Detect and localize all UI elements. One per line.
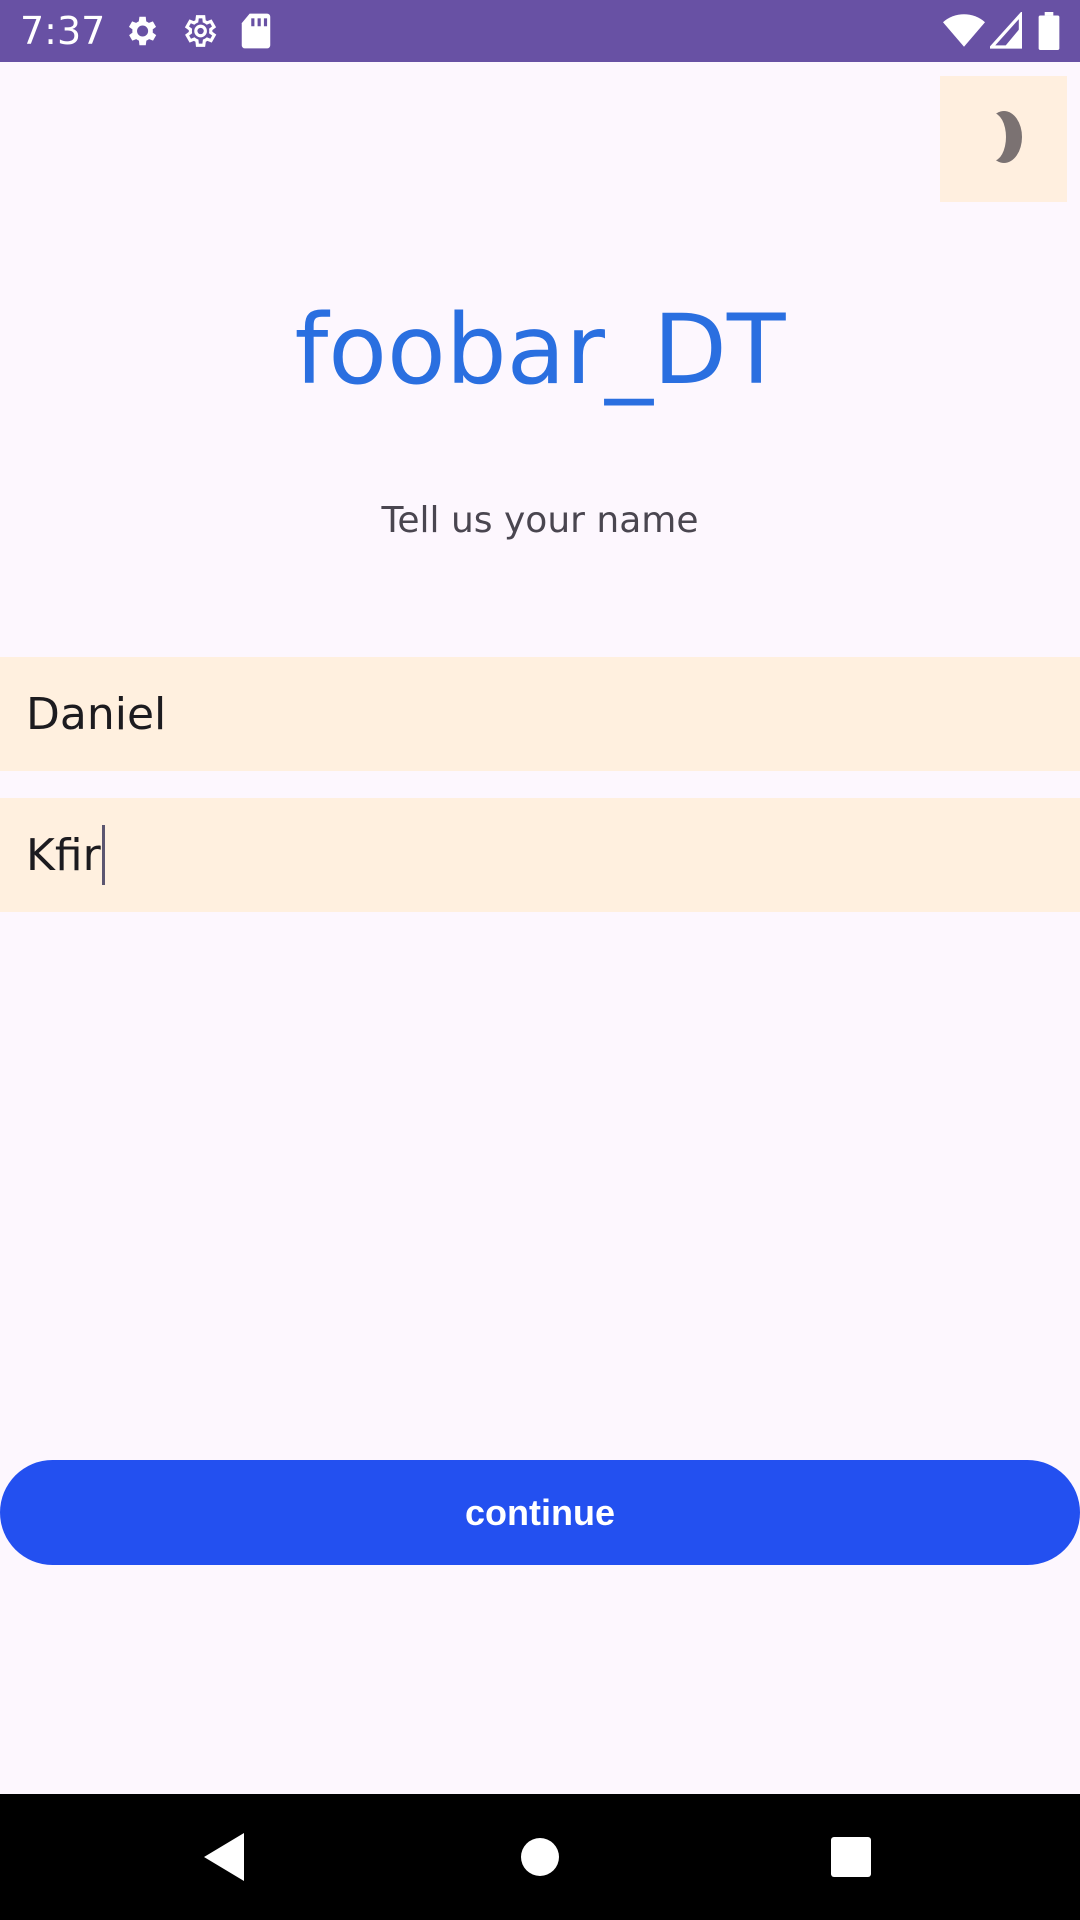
navigation-bar — [0, 1794, 1080, 1920]
home-icon[interactable] — [510, 1827, 570, 1887]
theme-toggle-button[interactable] — [940, 76, 1067, 202]
status-bar: 7:37 — [0, 0, 1080, 62]
last-name-field[interactable]: Kfir — [0, 798, 1080, 912]
text-caret — [101, 825, 105, 885]
gear-outline-icon — [180, 12, 218, 55]
status-time: 7:37 — [20, 9, 106, 53]
app-title: foobar_DT — [294, 294, 786, 406]
continue-label: continue — [465, 1491, 615, 1533]
recents-icon[interactable] — [821, 1827, 881, 1887]
last-name-value: Kfir — [26, 829, 101, 881]
wifi-icon — [943, 12, 985, 55]
subtitle: Tell us your name — [381, 500, 699, 541]
gear-icon — [122, 12, 160, 55]
continue-button[interactable]: continue — [0, 1460, 1080, 1565]
battery-icon — [1038, 12, 1060, 55]
moon-icon — [979, 109, 1029, 170]
signal-icon — [988, 10, 1022, 55]
sd-card-icon — [240, 12, 272, 55]
first-name-value: Daniel — [26, 688, 167, 740]
first-name-field[interactable]: Daniel — [0, 657, 1080, 771]
last-name-wrapper: Kfir — [26, 825, 105, 885]
back-icon[interactable] — [196, 1827, 256, 1887]
